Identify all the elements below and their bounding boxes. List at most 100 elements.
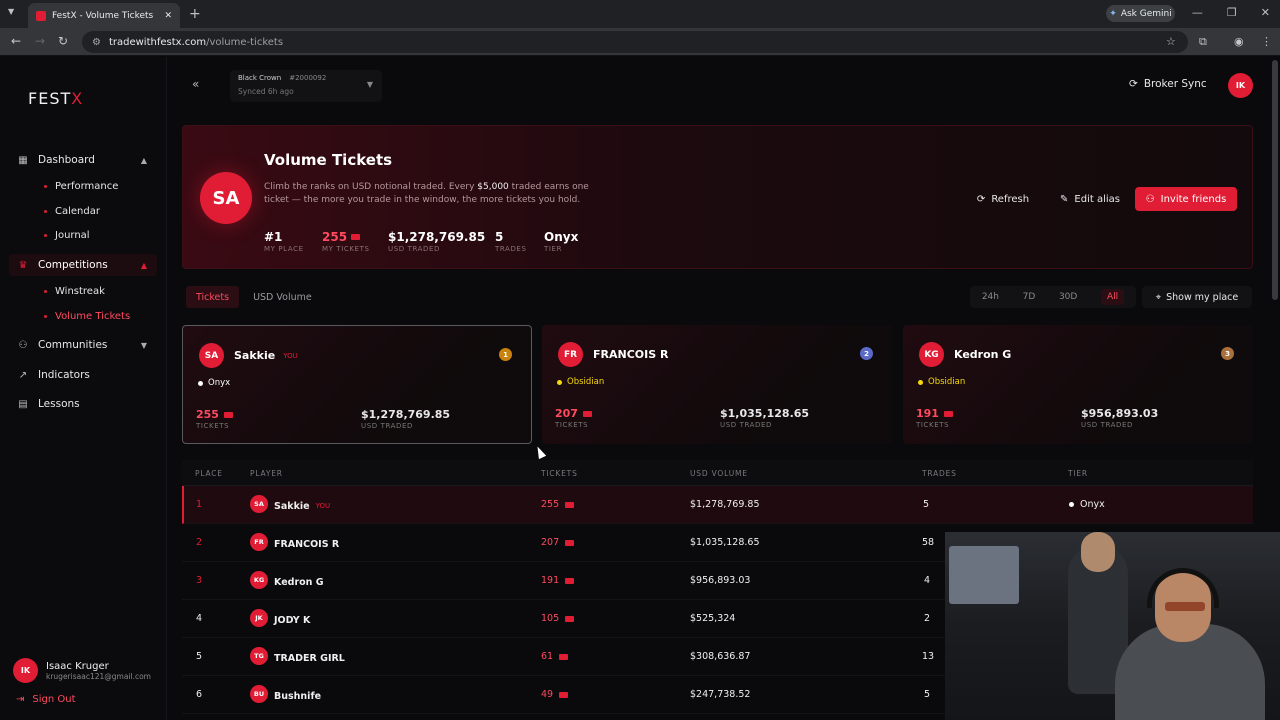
mouse-cursor-icon: [533, 444, 547, 460]
tab-usd-volume[interactable]: USD Volume: [243, 286, 322, 308]
stat-my-place: #1 MY PLACE: [264, 230, 304, 253]
forward-icon[interactable]: →: [35, 34, 45, 48]
bookmark-star-icon[interactable]: ☆: [1166, 35, 1176, 48]
sidebar-item-label: Dashboard: [38, 154, 95, 166]
invite-friends-button[interactable]: ⚇ Invite friends: [1135, 187, 1237, 211]
browser-tab[interactable]: FestX - Volume Tickets ✕: [28, 3, 180, 28]
sidebar-item-indicators[interactable]: ↗ Indicators: [9, 364, 157, 386]
tier-cell: Onyx: [1080, 499, 1105, 510]
podium-card[interactable]: SA Sakkie YOU 1 Onyx 255 TICKETS $1,278,76…: [182, 325, 532, 444]
sidebar-item-label: Communities: [38, 339, 108, 351]
tier-dot-icon: [557, 379, 562, 385]
metric-tabs: Tickets USD Volume: [186, 286, 322, 308]
page-title: Volume Tickets: [264, 151, 393, 169]
ticket-icon: [582, 410, 592, 417]
sidebar-item-performance[interactable]: Performance: [44, 181, 118, 192]
sidebar-item-label: Winstreak: [55, 286, 105, 297]
stat-label: MY PLACE: [264, 245, 304, 253]
show-my-place-button[interactable]: ⌖ Show my place: [1142, 286, 1252, 308]
chevron-down-icon: ▼: [140, 340, 147, 350]
sidebar-item-competitions[interactable]: ♛ Competitions ▲: [9, 254, 157, 276]
tickets-label: TICKETS: [196, 422, 230, 430]
ticket-icon: [565, 577, 575, 584]
sidebar-item-label: Calendar: [55, 206, 100, 217]
place-cell: 6: [196, 689, 203, 700]
column-header: TRADES: [922, 469, 957, 478]
stat-value: Onyx: [544, 230, 579, 244]
usd-cell: $1,278,769.85: [690, 499, 760, 510]
tickets-value: 191: [916, 407, 939, 420]
range-7d[interactable]: 7D: [1023, 292, 1036, 302]
sidebar-item-label: Indicators: [38, 369, 90, 381]
sync-status: Synced 6h ago: [238, 87, 294, 96]
avatar: TG: [250, 647, 268, 665]
range-30d[interactable]: 30D: [1059, 292, 1077, 302]
minimize-icon[interactable]: —: [1192, 6, 1203, 19]
sidebar-item-volume-tickets[interactable]: Volume Tickets: [44, 311, 130, 322]
stat-value: 5: [495, 230, 504, 244]
refresh-label: Refresh: [991, 193, 1030, 205]
range-all[interactable]: All: [1101, 289, 1125, 305]
sidebar-item-label: Competitions: [38, 259, 108, 271]
tickets-cell: 49: [541, 689, 554, 700]
sign-out-button[interactable]: ⇥ Sign Out: [16, 694, 76, 705]
podium-card[interactable]: KG Kedron G 3 Obsidian 191 TICKETS $956,8…: [903, 325, 1253, 444]
description-amount: $5,000: [477, 182, 509, 192]
edit-alias-button[interactable]: ✎ Edit alias: [1052, 187, 1128, 211]
sidebar-item-winstreak[interactable]: Winstreak: [44, 286, 105, 297]
sidebar-item-dashboard[interactable]: ▦ Dashboard ▲: [9, 149, 157, 171]
sidebar-item-communities[interactable]: ⚇ Communities ▼: [9, 334, 157, 356]
close-window-icon[interactable]: ✕: [1261, 6, 1270, 19]
tab-tickets[interactable]: Tickets: [186, 286, 240, 308]
ticket-icon: [559, 691, 569, 698]
stat-label: TRADES: [495, 245, 527, 253]
page-scrollbar[interactable]: [1272, 60, 1278, 300]
player-name: Kedron G: [274, 576, 324, 588]
tier-dot-icon: [1069, 502, 1074, 507]
close-tab-icon[interactable]: ✕: [164, 11, 172, 21]
user-profile[interactable]: IK Isaac Kruger krugerisaac121@gmail.com: [13, 658, 151, 683]
browser-tab-strip: ▼ FestX - Volume Tickets ✕ + ✦ Ask Gemini…: [0, 0, 1280, 28]
trophy-icon: ♛: [18, 259, 28, 271]
sidebar-item-calendar[interactable]: Calendar: [44, 206, 100, 217]
place-cell: 1: [196, 499, 203, 510]
avatar: BU: [250, 685, 268, 703]
column-header: TICKETS: [541, 469, 578, 478]
back-icon[interactable]: ←: [11, 34, 21, 48]
site-info-icon[interactable]: ⚙: [92, 37, 101, 48]
restore-icon[interactable]: ❐: [1227, 6, 1237, 19]
festx-logo[interactable]: FESTX: [28, 89, 83, 108]
stat-label: MY TICKETS: [322, 245, 370, 253]
gold-medal-icon: 1: [499, 348, 512, 361]
profile-icon[interactable]: ◉: [1234, 35, 1244, 48]
account-selector[interactable]: Black Crown #2000092 Synced 6h ago ▼: [230, 70, 382, 102]
podium-card[interactable]: FR FRANCOIS R 2 Obsidian 207 TICKETS $1,0…: [542, 325, 892, 444]
tab-search-icon[interactable]: ▼: [8, 7, 14, 16]
extensions-icon[interactable]: ⧉: [1199, 35, 1207, 49]
tickets-value: 255: [196, 408, 219, 421]
usd-value: $1,035,128.65: [720, 407, 810, 420]
sidebar-item-lessons[interactable]: ▤ Lessons: [9, 393, 157, 415]
background-screen: [949, 546, 1019, 604]
you-badge: YOU: [283, 351, 298, 360]
new-tab-icon[interactable]: +: [189, 6, 201, 22]
ask-gemini-button[interactable]: ✦ Ask Gemini: [1106, 5, 1175, 22]
refresh-button[interactable]: ⟳ Refresh: [970, 187, 1036, 211]
address-bar[interactable]: ⚙ tradewithfestx.com/volume-tickets: [82, 31, 1188, 53]
sidebar-item-journal[interactable]: Journal: [44, 230, 90, 241]
sidebar-item-label: Performance: [55, 181, 119, 192]
broker-sync-button[interactable]: ⟳ Broker Sync: [1129, 78, 1207, 90]
collapse-sidebar-icon[interactable]: «: [192, 77, 199, 91]
user-avatar-button[interactable]: IK: [1228, 73, 1253, 98]
place-cell: 5: [196, 651, 203, 662]
range-24h[interactable]: 24h: [982, 292, 999, 302]
stat-usd-traded: $1,278,769.85 USD TRADED: [388, 230, 485, 253]
avatar: SA: [250, 495, 268, 513]
show-my-place-label: Show my place: [1166, 291, 1239, 303]
place-cell: 2: [196, 537, 203, 548]
table-row[interactable]: 1 SA Sakkie YOU 255 $1,278,769.85 5 Onyx: [182, 486, 1253, 524]
chevron-up-icon: ▲: [140, 155, 147, 165]
browser-menu-icon[interactable]: ⋮: [1261, 35, 1272, 48]
invite-label: Invite friends: [1160, 193, 1227, 205]
reload-icon[interactable]: ↻: [58, 34, 68, 48]
